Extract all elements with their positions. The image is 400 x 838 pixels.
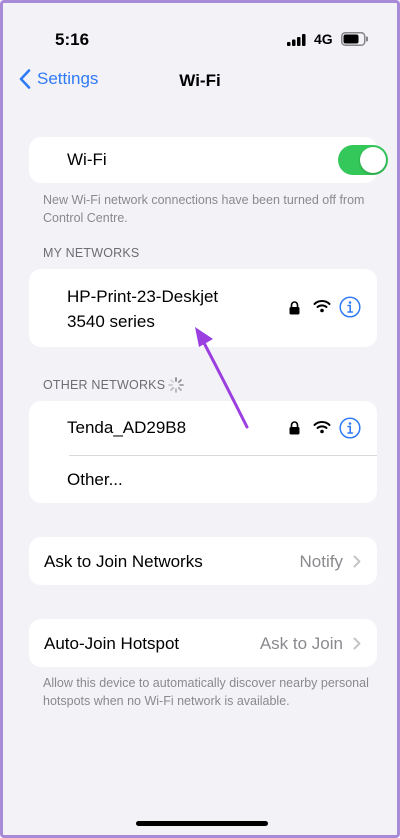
home-indicator <box>136 821 268 826</box>
annotation-arrow-icon <box>195 327 249 429</box>
screenshot-frame: 5:16 4G Settings Wi-Fi Wi-Fi New Wi-Fi n… <box>0 0 400 838</box>
